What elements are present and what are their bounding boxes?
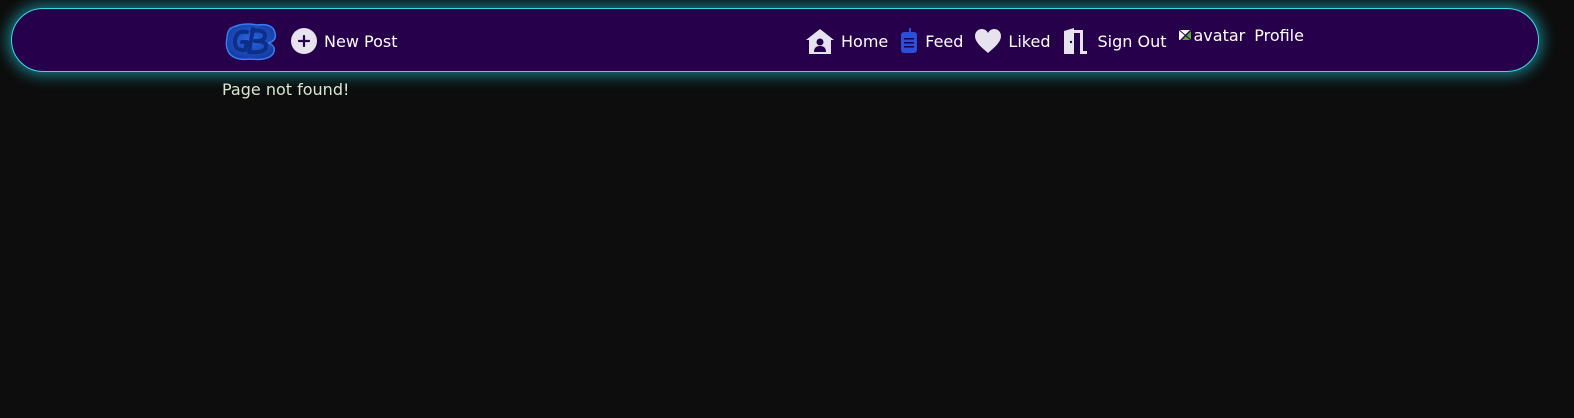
door-icon xyxy=(1061,27,1091,55)
navbar-right: Home Feed Liked Sign Out avatar Profile xyxy=(805,20,1304,62)
nav-profile[interactable]: avatar Profile xyxy=(1177,25,1304,45)
plus-icon xyxy=(291,28,317,54)
nav-sign-out-label: Sign Out xyxy=(1097,31,1167,51)
nav-liked-label: Liked xyxy=(1008,31,1051,51)
feed-icon xyxy=(899,27,919,55)
heart-icon xyxy=(974,28,1002,54)
navbar-left: New Post xyxy=(223,20,397,62)
nav-profile-label: Profile xyxy=(1254,25,1304,45)
not-found-message: Page not found! xyxy=(222,80,350,99)
top-navbar: New Post Home Feed Liked Sign Out avatar… xyxy=(11,8,1539,72)
new-post-button[interactable]: New Post xyxy=(291,28,397,54)
broken-image-icon xyxy=(1178,28,1193,42)
avatar-alt-text: avatar xyxy=(1193,25,1246,45)
logo[interactable] xyxy=(223,20,279,62)
nav-sign-out[interactable]: Sign Out xyxy=(1061,27,1166,55)
logo-icon xyxy=(225,23,277,61)
nav-feed-label: Feed xyxy=(925,31,964,51)
nav-home[interactable]: Home xyxy=(805,27,888,55)
home-icon xyxy=(805,27,835,55)
nav-home-label: Home xyxy=(841,31,889,51)
nav-feed[interactable]: Feed xyxy=(899,27,963,55)
nav-liked[interactable]: Liked xyxy=(974,28,1050,54)
new-post-label: New Post xyxy=(324,31,398,51)
avatar: avatar xyxy=(1177,26,1245,45)
